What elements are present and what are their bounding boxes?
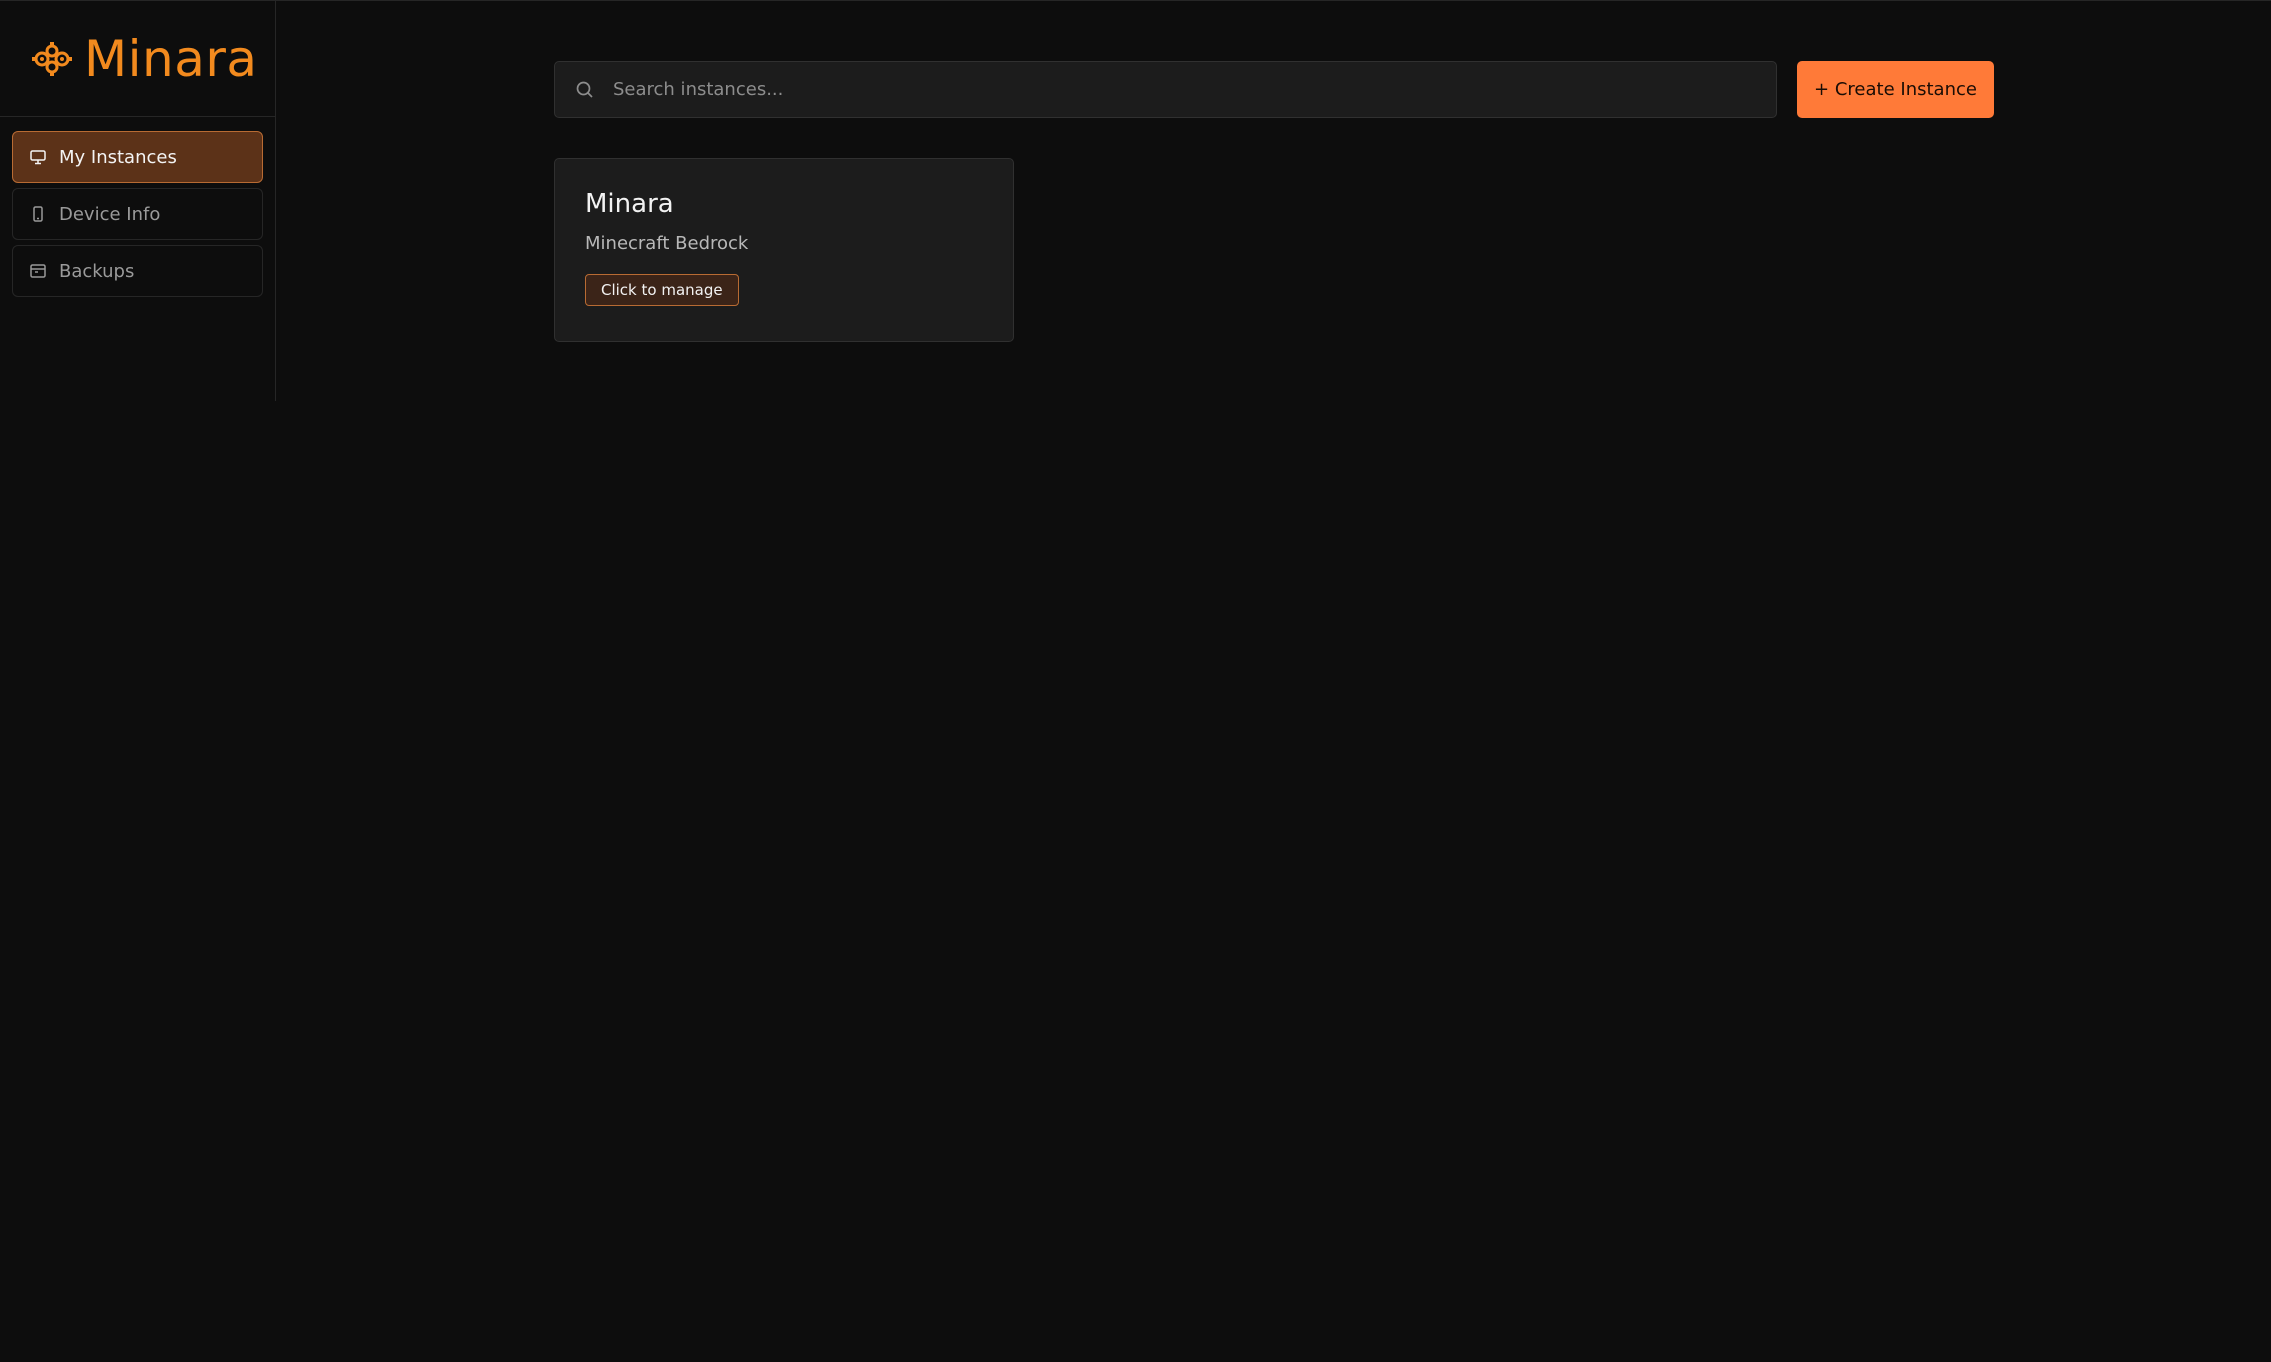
instance-card[interactable]: Minara Minecraft Bedrock Click to manage — [554, 158, 1014, 342]
brand[interactable]: Minara — [0, 1, 275, 117]
sidebar-item-label: Backups — [59, 260, 135, 282]
create-instance-button[interactable]: + Create Instance — [1797, 61, 1994, 118]
sidebar-item-backups[interactable]: Backups — [12, 245, 263, 297]
gear-cluster-icon — [30, 41, 74, 77]
sidebar-item-label: Device Info — [59, 203, 161, 225]
top-border — [0, 0, 2271, 1]
sidebar-item-my-instances[interactable]: My Instances — [12, 131, 263, 183]
monitor-icon — [29, 148, 47, 166]
sidebar-item-label: My Instances — [59, 146, 177, 168]
search-input[interactable] — [611, 62, 1776, 117]
search-icon — [575, 80, 595, 100]
manage-instance-button[interactable]: Click to manage — [585, 274, 739, 306]
instance-name: Minara — [585, 189, 674, 219]
phone-icon — [29, 205, 47, 223]
instance-type: Minecraft Bedrock — [585, 233, 749, 254]
brand-name: Minara — [84, 29, 258, 88]
archive-icon — [29, 262, 47, 280]
sidebar-nav: My Instances Device Info Backups — [0, 117, 275, 297]
sidebar-item-device-info[interactable]: Device Info — [12, 188, 263, 240]
search-bar[interactable] — [554, 61, 1777, 118]
sidebar: Minara My Instances Device Info Backups — [0, 1, 276, 401]
